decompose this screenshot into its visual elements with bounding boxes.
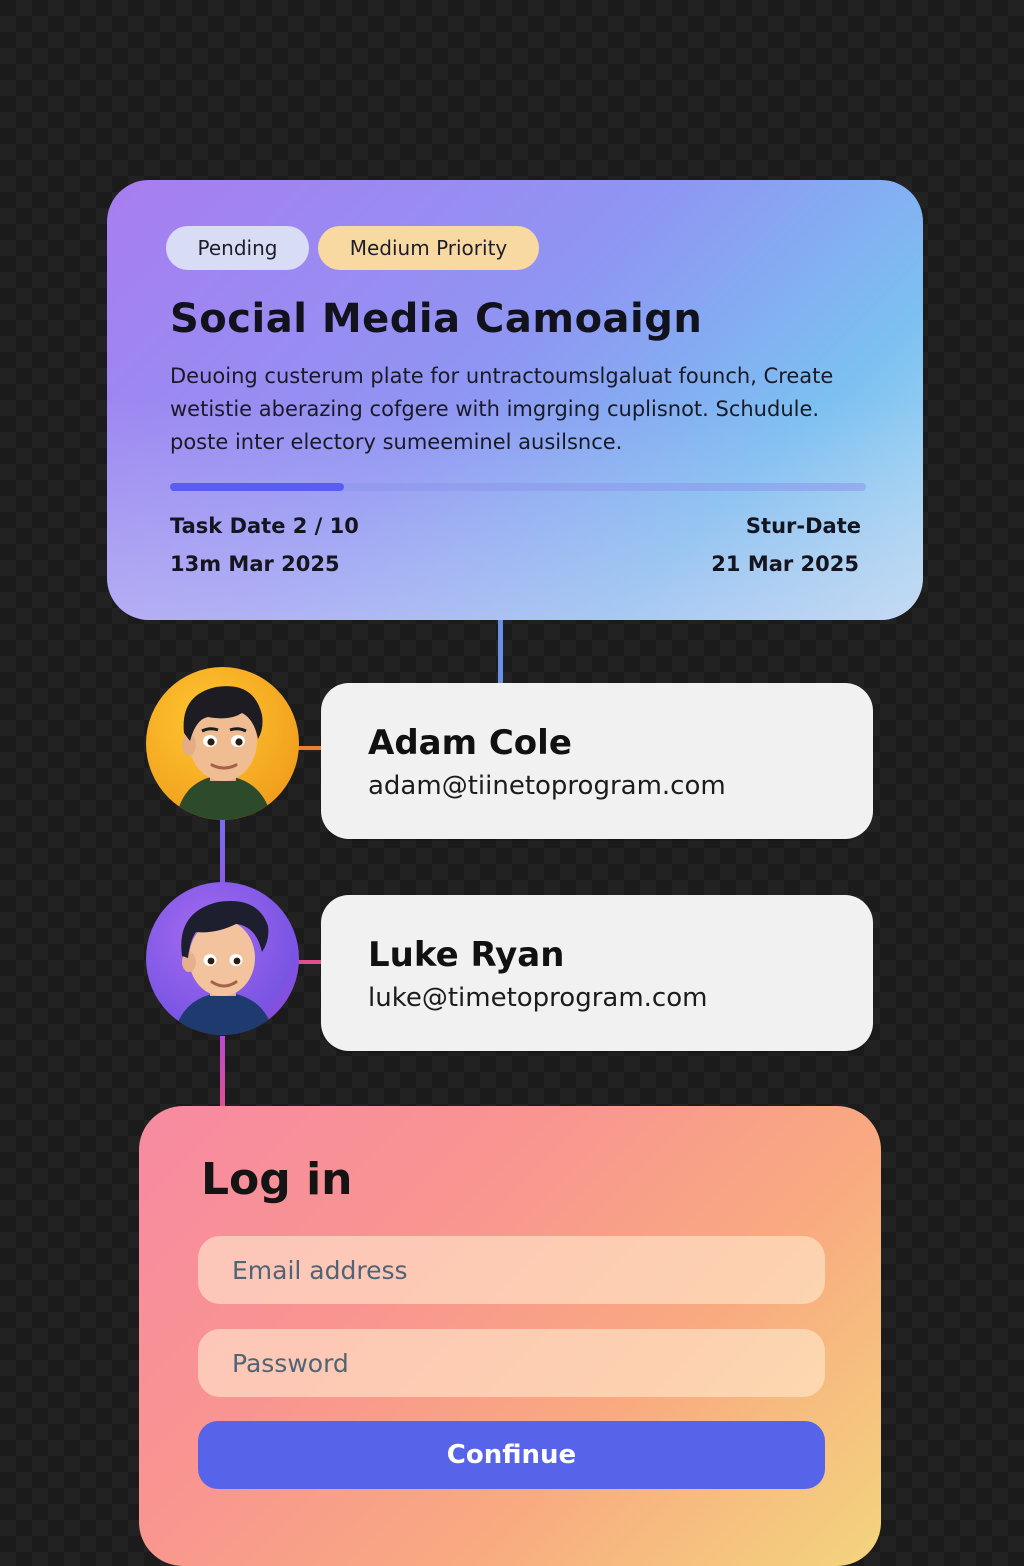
task-date-label: Task Date 2 / 10 xyxy=(170,514,359,538)
password-field[interactable] xyxy=(198,1329,825,1397)
member-email: adam@tiinetoprogram.com xyxy=(368,771,726,801)
priority-badge: Medium Priority xyxy=(318,226,539,270)
task-progress-fill xyxy=(170,483,344,491)
member-email: luke@timetoprogram.com xyxy=(368,983,708,1013)
task-date-value: 13m Mar 2025 xyxy=(170,552,340,576)
member-card[interactable]: Luke Ryan luke@timetoprogram.com xyxy=(321,895,873,1051)
connector-line xyxy=(220,1036,225,1108)
member-name: Adam Cole xyxy=(368,723,572,763)
avatar-luke-ryan[interactable] xyxy=(146,882,299,1035)
task-title: Social Media Camoaign xyxy=(170,296,703,342)
avatar-man-icon xyxy=(174,901,274,1035)
confirm-button[interactable]: Confinue xyxy=(198,1421,825,1489)
task-progress-bar xyxy=(170,483,866,491)
member-card[interactable]: Adam Cole adam@tiinetoprogram.com xyxy=(321,683,873,839)
start-date-label: Stur-Date xyxy=(745,514,861,538)
avatar-man-icon xyxy=(176,686,272,820)
member-name: Luke Ryan xyxy=(368,935,565,975)
login-title: Log in xyxy=(201,1154,353,1205)
connector-line xyxy=(220,820,225,884)
status-badge: Pending xyxy=(166,226,309,270)
connector-line xyxy=(498,620,503,684)
avatar-adam-cole[interactable] xyxy=(146,667,299,820)
connector-line xyxy=(298,746,322,750)
task-description: Deuoing custerum plate for untractoumslg… xyxy=(170,364,834,454)
connector-line xyxy=(298,960,322,964)
email-field[interactable] xyxy=(198,1236,825,1304)
login-card: Log in Confinue xyxy=(139,1106,881,1566)
start-date-value: 21 Mar 2025 xyxy=(711,552,859,576)
